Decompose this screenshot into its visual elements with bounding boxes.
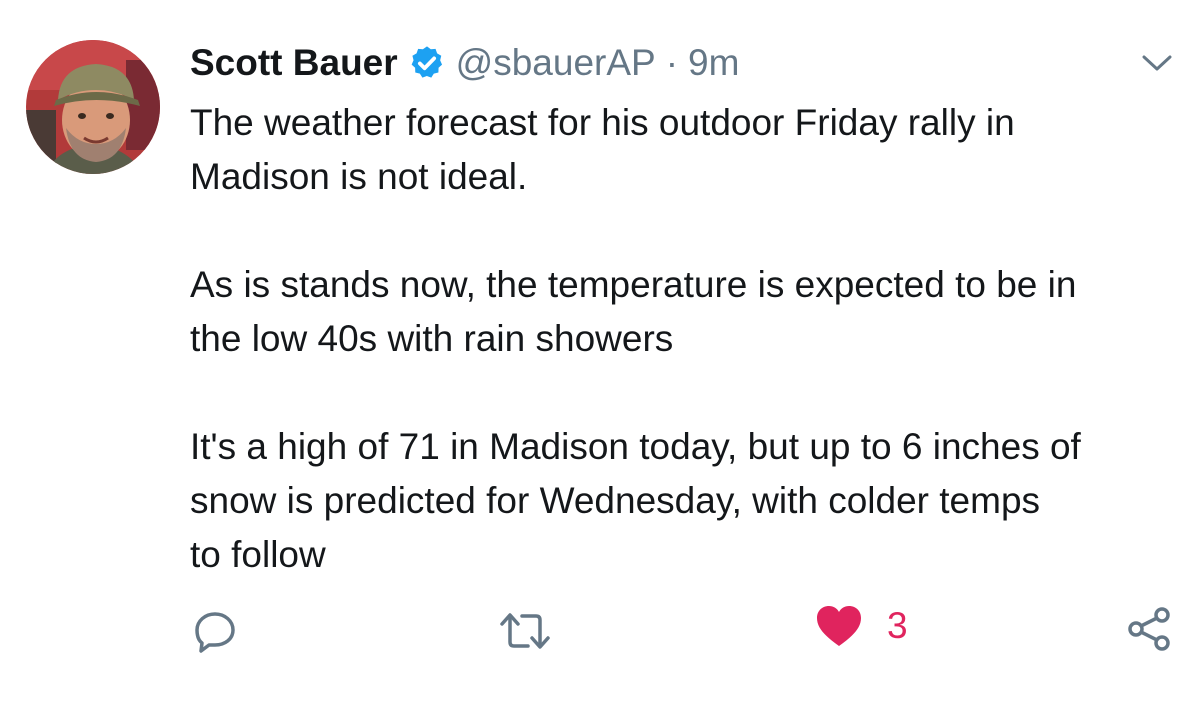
retweet-button[interactable] [498,608,552,654]
tweet-line: The weather forecast for his outdoor Fri… [190,102,1015,143]
tweet-line: It's a high of 71 in Madison today, but … [190,426,1081,467]
tweet-text: The weather forecast for his outdoor Fri… [190,96,1180,582]
reply-button[interactable] [193,608,239,654]
tweet-line: to follow [190,534,326,575]
tweet-actions: 3 [0,600,1200,660]
verified-badge-icon [408,44,446,82]
chevron-down-icon[interactable] [1138,48,1176,78]
share-icon [1128,607,1170,651]
heart-icon [817,606,861,646]
author-name[interactable]: Scott Bauer [190,42,398,84]
reply-icon [195,612,235,653]
like-button[interactable]: 3 [815,604,908,648]
avatar[interactable] [26,40,160,174]
share-button[interactable] [1127,606,1173,652]
tweet-line: the low 40s with rain showers [190,318,674,359]
tweet-paragraph: As is stands now, the temperature is exp… [190,258,1180,366]
tweet-line: Madison is not ideal. [190,156,528,197]
like-count: 3 [887,605,908,646]
tweet-paragraph: The weather forecast for his outdoor Fri… [190,96,1180,204]
tweet-line: As is stands now, the temperature is exp… [190,264,1077,305]
author-handle[interactable]: @sbauerAP [456,42,656,84]
tweet-paragraph: It's a high of 71 in Madison today, but … [190,420,1180,582]
header-separator: · [665,42,679,83]
tweet-header: Scott Bauer @sbauerAP · 9m [190,38,739,88]
tweet-timestamp[interactable]: 9m [688,42,739,84]
retweet-icon [500,613,550,649]
tweet-line: snow is predicted for Wednesday, with co… [190,480,1041,521]
avatar-image [26,40,160,174]
